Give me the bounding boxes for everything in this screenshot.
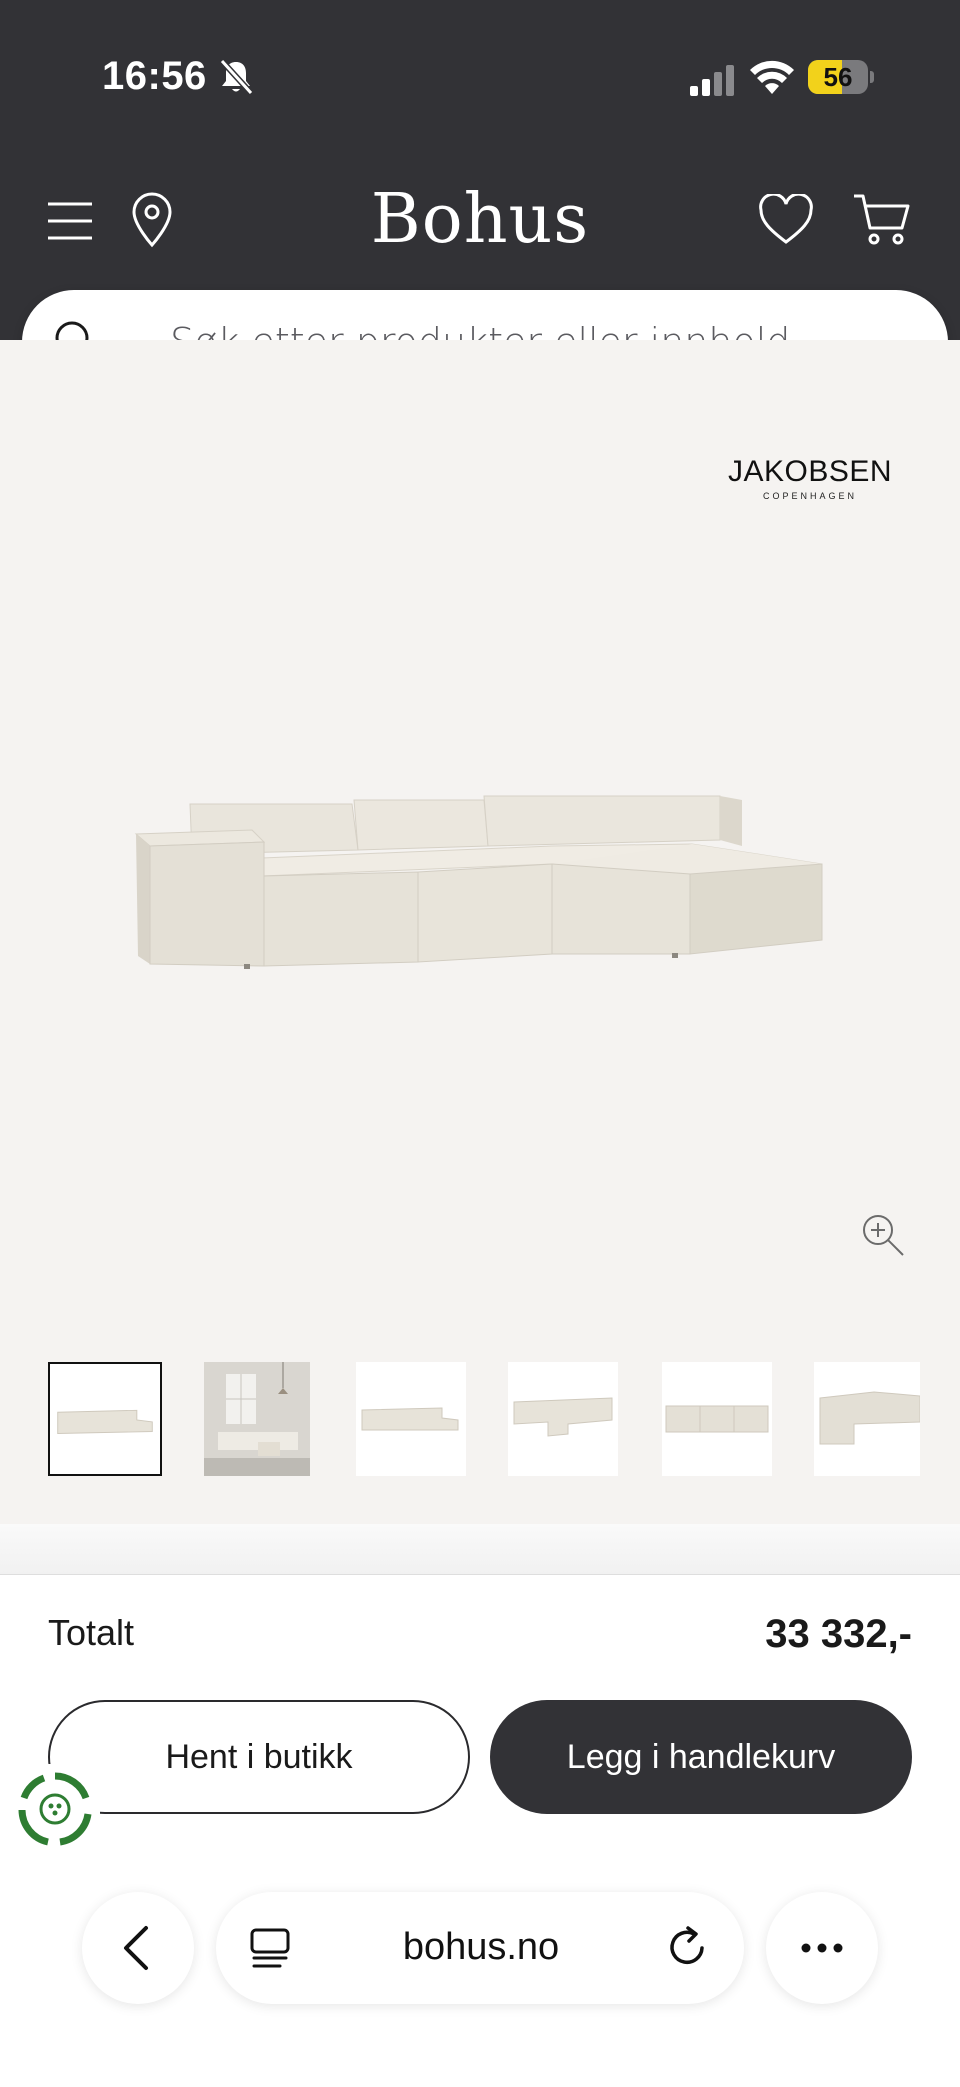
battery-level: 56: [823, 62, 853, 92]
chevron-left-icon: [124, 1926, 148, 1970]
cart-icon[interactable]: [852, 192, 912, 248]
battery-icon: 56: [808, 60, 874, 96]
brand-name: JAKOBSEN: [727, 455, 893, 488]
thumbnail-1[interactable]: [48, 1362, 162, 1476]
brand-logo[interactable]: Bohus: [330, 180, 630, 259]
thumbnail-4[interactable]: [508, 1362, 618, 1476]
tabs-icon[interactable]: [248, 1926, 292, 1970]
thumbnail-2[interactable]: [204, 1362, 310, 1476]
thumbnail-5[interactable]: [662, 1362, 772, 1476]
thumbnail-6[interactable]: [814, 1362, 920, 1476]
heart-icon[interactable]: [758, 194, 814, 246]
brand-badge: JAKOBSEN COPENHAGEN: [700, 455, 920, 501]
total-label: Totalt: [48, 1612, 135, 1653]
section-divider: [0, 1524, 960, 1574]
menu-icon[interactable]: [46, 200, 94, 242]
bell-slash-icon: [219, 58, 254, 96]
browser-address-bar[interactable]: bohus.no: [216, 1892, 744, 2004]
product-image[interactable]: [132, 790, 832, 970]
wifi-icon: [750, 60, 794, 94]
thumbnail-strip: [48, 1362, 920, 1476]
add-to-cart-button[interactable]: Legg i handlekurv: [490, 1700, 912, 1814]
brand-subtitle: COPENHAGEN: [762, 491, 857, 501]
more-dots-icon: [801, 1943, 843, 1953]
thumbnail-3[interactable]: [356, 1362, 466, 1476]
signal-icon: [690, 65, 734, 96]
browser-back-button[interactable]: [82, 1892, 194, 2004]
location-pin-icon[interactable]: [130, 192, 174, 248]
recycle-icon: [18, 1772, 92, 1846]
total-price: 33 332,-: [765, 1612, 912, 1656]
reload-icon[interactable]: [664, 1924, 710, 1970]
app-header: 16:56 56 Bohus: [0, 0, 960, 340]
eco-badge[interactable]: [10, 1764, 100, 1854]
url-text: bohus.no: [402, 1926, 560, 1968]
zoom-in-icon[interactable]: [860, 1212, 906, 1258]
pickup-in-store-button[interactable]: Hent i butikk: [48, 1700, 470, 1814]
browser-more-button[interactable]: [766, 1892, 878, 2004]
status-time: 16:56: [102, 54, 207, 98]
